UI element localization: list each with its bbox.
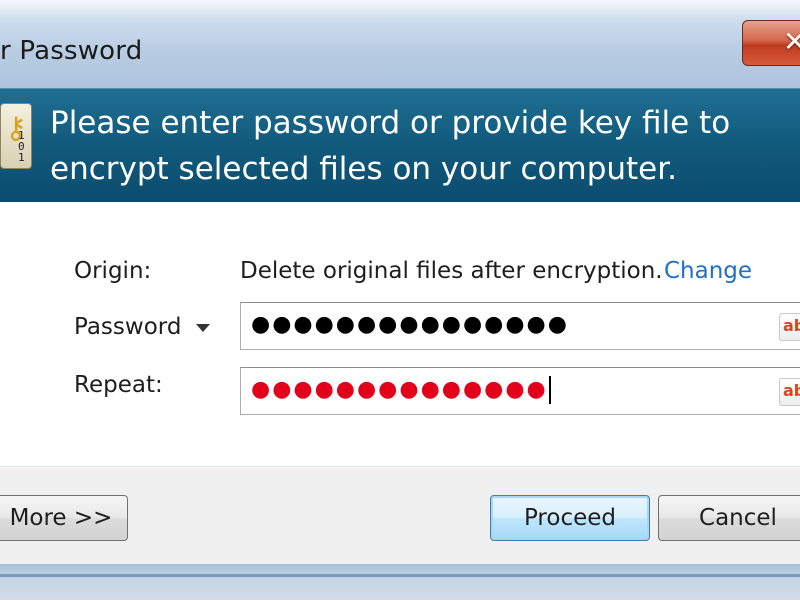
more-options-button[interactable]: More >>: [0, 495, 128, 541]
dialog-footer: More >> Proceed Cancel: [0, 468, 800, 564]
show-characters-icon[interactable]: ab: [779, 313, 800, 341]
title-bar-gloss: [0, 0, 800, 18]
window-bottom-frame: [0, 564, 800, 600]
proceed-button[interactable]: Proceed: [490, 495, 650, 541]
close-icon: ✕: [783, 25, 800, 58]
banner-message: Please enter password or provide key fil…: [50, 105, 731, 187]
frame-edge: [0, 574, 800, 577]
text-caret: [548, 376, 551, 404]
origin-label: Origin:: [74, 258, 152, 284]
ab-glyph: ab: [783, 316, 800, 335]
encryption-keys-icon: ⚷ 101: [0, 103, 32, 169]
repeat-password-field[interactable]: ●●●●●●●●●●●●●● ab: [240, 367, 800, 415]
chevron-down-icon[interactable]: [196, 324, 210, 332]
password-field[interactable]: ●●●●●●●●●●●●●●● ab: [240, 302, 800, 350]
repeat-label: Repeat:: [74, 372, 163, 398]
password-masked-value: ●●●●●●●●●●●●●●●: [251, 312, 569, 337]
origin-value: Delete original files after encryption.: [240, 258, 663, 284]
repeat-masked-value: ●●●●●●●●●●●●●●: [251, 377, 548, 402]
repeat-password-container: ●●●●●●●●●●●●●●: [251, 375, 551, 405]
binary-glyph: 101: [18, 129, 25, 164]
footer-separator: [0, 466, 800, 467]
window-title: r Password: [0, 36, 143, 66]
password-label[interactable]: Password: [74, 314, 181, 340]
show-characters-icon-repeat[interactable]: ab: [779, 378, 800, 406]
cancel-button[interactable]: Cancel: [658, 495, 800, 541]
change-origin-link[interactable]: Change: [664, 258, 752, 284]
title-bar[interactable]: r Password ✕: [0, 0, 800, 88]
form-area: Origin: Delete original files after encr…: [0, 202, 800, 468]
encrypt-password-dialog: r Password ✕ ⚷ 101 Please enter password…: [0, 0, 800, 600]
ab-glyph-repeat: ab: [783, 381, 800, 400]
close-button[interactable]: ✕: [742, 20, 800, 66]
